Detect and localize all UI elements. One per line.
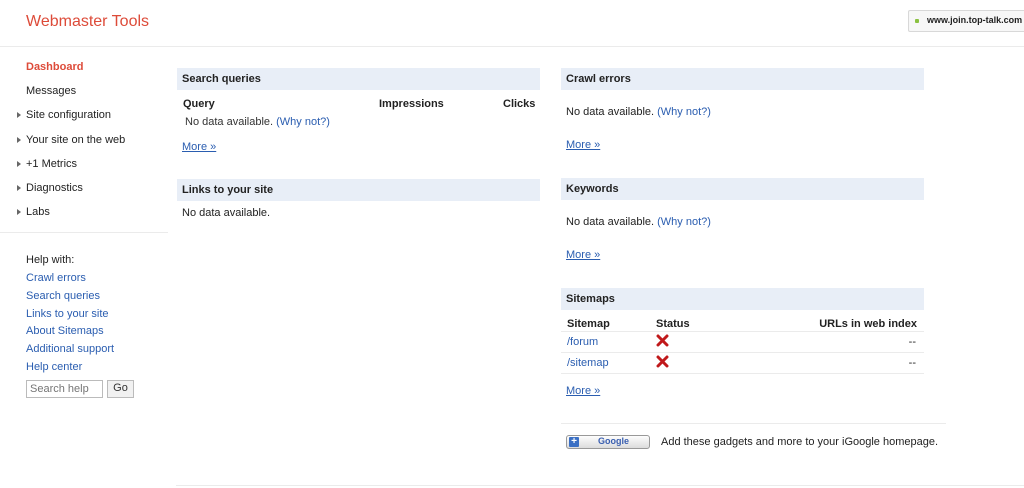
nav-label: Your site on the web <box>26 134 126 146</box>
urls-in-index-value: -- <box>908 357 916 369</box>
crawl-errors-header: Crawl errors <box>561 68 924 90</box>
col-query: Query <box>183 98 215 110</box>
sitemap-link-forum[interactable]: /forum <box>567 336 598 348</box>
expand-triangle-icon[interactable] <box>17 209 21 215</box>
help-link-links-to-site[interactable]: Links to your site <box>26 308 109 320</box>
why-not-link[interactable]: (Why not?) <box>657 106 711 118</box>
footer-divider <box>176 485 1024 486</box>
crawl-errors-empty: No data available. (Why not?) <box>566 106 711 118</box>
nav-label: +1 Metrics <box>26 158 78 170</box>
nav-labs[interactable]: Labs <box>17 206 50 218</box>
keywords-header: Keywords <box>561 178 924 200</box>
sitemap-link-sitemap[interactable]: /sitemap <box>567 357 609 369</box>
help-link-additional-support[interactable]: Additional support <box>26 343 114 355</box>
header-divider <box>0 46 1024 47</box>
error-x-icon <box>656 334 669 347</box>
add-to-igoogle-button[interactable]: + Google <box>566 435 650 449</box>
keywords-more-link[interactable]: More » <box>566 249 600 261</box>
links-to-site-header: Links to your site <box>177 179 540 201</box>
site-url: www.join.top-talk.com <box>927 15 1023 25</box>
go-button[interactable]: Go <box>107 380 134 398</box>
crawl-errors-more-link[interactable]: More » <box>566 139 600 151</box>
plus-icon: + <box>569 437 579 447</box>
table-divider <box>561 373 924 374</box>
help-title: Help with: <box>26 254 75 266</box>
nav-label: Labs <box>26 206 50 218</box>
igoogle-divider <box>561 423 946 424</box>
expand-triangle-icon[interactable] <box>17 185 21 191</box>
help-link-help-center[interactable]: Help center <box>26 361 82 373</box>
expand-triangle-icon[interactable] <box>17 137 21 143</box>
sitemaps-header: Sitemaps <box>561 288 924 310</box>
urls-in-index-value: -- <box>908 336 916 348</box>
search-queries-empty: No data available. (Why not?) <box>185 116 330 128</box>
nav-site-configuration[interactable]: Site configuration <box>17 109 111 121</box>
links-to-site-empty: No data available. <box>182 207 271 219</box>
nav-plus1-metrics[interactable]: +1 Metrics <box>17 158 78 170</box>
no-data-text: No data available. <box>185 116 274 128</box>
search-queries-more-link[interactable]: More » <box>182 141 216 153</box>
nav-your-site-on-the-web[interactable]: Your site on the web <box>17 134 126 146</box>
no-data-text: No data available. <box>566 216 655 228</box>
col-urls-in-web-index: URLs in web index <box>819 318 917 330</box>
sitemaps-more-link[interactable]: More » <box>566 385 600 397</box>
nav-label: Diagnostics <box>26 182 83 194</box>
col-status: Status <box>656 318 690 330</box>
google-label: Google <box>598 436 629 446</box>
igoogle-text: Add these gadgets and more to your iGoog… <box>661 436 939 448</box>
site-selector[interactable]: www.join.top-talk.com <box>908 10 1024 32</box>
col-clicks: Clicks <box>503 98 536 110</box>
error-x-icon <box>656 355 669 368</box>
help-link-about-sitemaps[interactable]: About Sitemaps <box>26 325 104 337</box>
why-not-link[interactable]: (Why not?) <box>276 116 330 128</box>
table-divider <box>561 331 924 332</box>
sidebar-divider <box>0 232 168 233</box>
why-not-link[interactable]: (Why not?) <box>657 216 711 228</box>
help-link-search-queries[interactable]: Search queries <box>26 290 100 302</box>
expand-triangle-icon[interactable] <box>17 112 21 118</box>
nav-dashboard[interactable]: Dashboard <box>26 61 83 73</box>
app-title[interactable]: Webmaster Tools <box>26 13 149 31</box>
keywords-empty: No data available. (Why not?) <box>566 216 711 228</box>
help-link-crawl-errors[interactable]: Crawl errors <box>26 272 86 284</box>
col-impressions: Impressions <box>379 98 444 110</box>
table-divider <box>561 352 924 353</box>
search-help-input[interactable] <box>26 380 103 398</box>
nav-label: Site configuration <box>26 109 111 121</box>
expand-triangle-icon[interactable] <box>17 161 21 167</box>
nav-diagnostics[interactable]: Diagnostics <box>17 182 83 194</box>
nav-messages[interactable]: Messages <box>26 85 76 97</box>
search-queries-header: Search queries <box>177 68 540 90</box>
no-data-text: No data available. <box>566 106 655 118</box>
col-sitemap: Sitemap <box>567 318 610 330</box>
site-status-icon <box>915 19 919 23</box>
